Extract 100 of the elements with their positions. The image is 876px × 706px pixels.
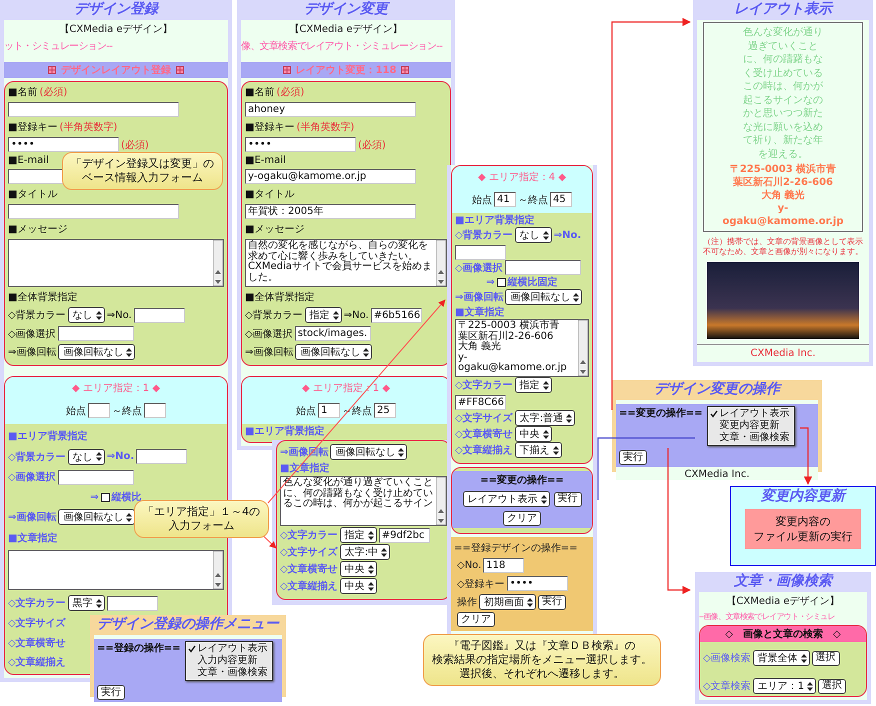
text-field[interactable] [58, 326, 134, 342]
dropdown[interactable]: 初期画面 [479, 594, 536, 610]
action-button[interactable]: クリア [457, 612, 495, 627]
dropdown[interactable]: 指定 [340, 527, 377, 543]
text-field[interactable] [8, 102, 179, 118]
connector-arrow [800, 427, 812, 485]
menu-item[interactable]: レイアウト表示 [186, 643, 272, 655]
scrollbar[interactable] [213, 550, 223, 589]
select-button[interactable]: 選択 [818, 678, 846, 694]
dropdown[interactable]: 背景全体 [752, 650, 810, 666]
section-label: ■文章指定 [8, 531, 58, 545]
updown-arrows-icon [126, 512, 132, 522]
text-field[interactable]: 118 [483, 558, 524, 573]
scrollbar[interactable] [578, 320, 588, 376]
text-field[interactable]: 1 [318, 403, 340, 418]
menu-item[interactable]: 変更内容更新 [708, 420, 794, 432]
text-field[interactable] [144, 403, 166, 418]
dropdown[interactable]: 中央 [340, 578, 377, 594]
dropdown[interactable]: 太字:中 [340, 544, 390, 560]
grid-square-icon [48, 66, 56, 74]
text-field[interactable]: •••• [506, 576, 568, 591]
select-button[interactable]: 選択 [812, 650, 840, 666]
text-field[interactable]: •••• [8, 137, 119, 152]
field-label: ⇒画像回転 [8, 346, 56, 360]
field-label: ◇文章横寄せ [8, 636, 66, 650]
updown-arrows-icon [363, 348, 370, 357]
text-field[interactable]: •••• [245, 137, 356, 152]
updown-arrows-icon [540, 494, 546, 504]
field-label: ⇒No. [106, 310, 132, 321]
field-label: ◇文字カラー [8, 596, 66, 610]
dropdown[interactable]: 画像回転なし [58, 509, 136, 526]
field-label: ◇画像選択 [8, 470, 56, 484]
dropdown[interactable]: 画像回転なし [330, 444, 408, 460]
dropdown[interactable]: 黒字 [68, 595, 105, 612]
text-field[interactable]: ahoney [245, 102, 416, 118]
checkbox[interactable] [496, 278, 506, 286]
dropdown[interactable]: 太字:普通 [514, 410, 576, 426]
text-area[interactable] [8, 550, 224, 590]
action-button[interactable]: 実行 [538, 594, 566, 610]
text-field[interactable] [106, 596, 158, 611]
dropdown[interactable]: エリア：1 [752, 678, 816, 694]
dropdown[interactable]: 指定 [304, 307, 342, 324]
field-label: ⇒No. [554, 230, 582, 240]
dropdown[interactable]: 画像回転なし [505, 289, 582, 305]
scrollbar[interactable] [436, 240, 446, 286]
menu-item[interactable]: レイアウト表示 [708, 408, 794, 420]
field-label: ◇画像選択 [245, 328, 293, 341]
dropdown[interactable]: 中央 [514, 426, 552, 442]
text-field[interactable] [8, 204, 179, 220]
required-note: (半角英数字) [296, 120, 354, 134]
scrollbar[interactable] [213, 240, 223, 286]
text-field[interactable] [134, 308, 185, 323]
menu-item[interactable]: 入力内容更新 [186, 655, 272, 667]
updown-arrows-icon [542, 430, 549, 438]
text-field[interactable]: 45 [550, 192, 572, 207]
section-label: ■文章指定 [455, 305, 504, 319]
section-label: ■全体背景指定 [8, 290, 78, 304]
field-label: ◇文字カラー [280, 528, 338, 542]
dropdown-menu[interactable]: レイアウト表示 入力内容更新 文章・画像検索 [184, 641, 273, 681]
text-field[interactable] [504, 260, 581, 275]
text-area[interactable] [8, 239, 224, 288]
scrollbar[interactable] [436, 477, 446, 525]
section-label: ■登録キー [8, 121, 58, 134]
action-button[interactable]: 実行 [97, 685, 125, 700]
dropdown[interactable]: なし [68, 307, 105, 324]
text-field[interactable]: 41 [494, 192, 516, 207]
window-title: 変更内容更新 [761, 487, 845, 505]
checkbox[interactable] [100, 492, 110, 502]
dropdown[interactable]: なし [514, 227, 552, 243]
action-button[interactable]: クリア [503, 511, 541, 526]
action-button[interactable]: 実行 [554, 492, 582, 506]
menu-item[interactable]: 文章・画像検索 [186, 667, 272, 679]
text-field[interactable] [88, 403, 110, 418]
text-field[interactable]: #6b5166 [370, 308, 422, 323]
dropdown[interactable]: 指定 [514, 377, 552, 393]
dropdown-menu[interactable]: レイアウト表示 変更内容更新 文章・画像検索 [706, 406, 795, 446]
dropdown[interactable]: なし [68, 448, 105, 465]
text-field[interactable]: 年賀状：2005年 [245, 204, 416, 220]
dropdown[interactable]: 下揃え [514, 442, 562, 458]
dropdown[interactable]: 中央 [340, 561, 377, 577]
text-field[interactable]: 25 [374, 403, 396, 418]
menu-item[interactable]: 文章・画像検索 [708, 432, 794, 444]
section-label: ■タイトル [8, 188, 58, 202]
text-field[interactable]: y-ogaku@kamome.or.jp [245, 169, 416, 184]
dropdown[interactable]: レイアウト表示 [462, 491, 550, 507]
updown-arrows-icon [368, 564, 374, 574]
dropdown[interactable]: 画像回転なし [58, 344, 136, 360]
text-field[interactable] [136, 449, 188, 464]
operation-label: ==変更の操作== [480, 473, 564, 487]
text-field[interactable]: #9df2bc [378, 528, 430, 542]
operation-label: ==変更の操作== [619, 406, 703, 420]
grid-square-icon [401, 66, 410, 74]
text-field[interactable]: stock/images. [294, 326, 371, 342]
action-button[interactable]: 実行 [619, 450, 647, 465]
dropdown[interactable]: 画像回転なし [295, 344, 372, 360]
text-field[interactable]: #FF8C66 [455, 395, 506, 410]
text-field[interactable] [455, 245, 506, 260]
window-title: デザイン登録 [74, 0, 158, 18]
text-field[interactable] [58, 470, 134, 485]
section-title: デザインレイアウト登録 [61, 64, 171, 77]
